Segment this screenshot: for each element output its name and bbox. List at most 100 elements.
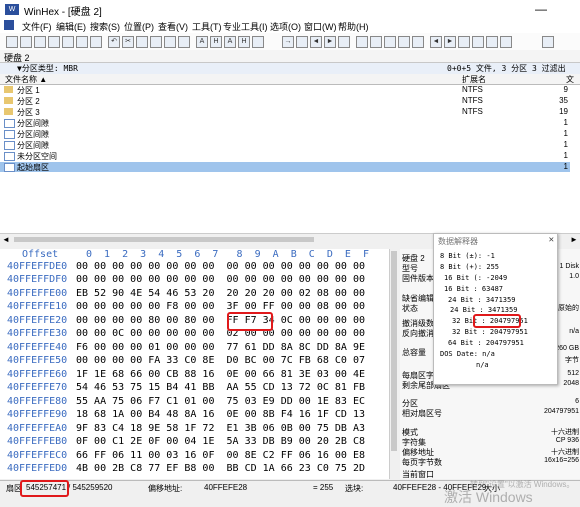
list-item[interactable]: 分区间隙 1 [0,140,570,150]
goto-offset-icon[interactable]: → [282,36,294,48]
hex-bytes[interactable]: 00 00 00 00 00 F8 00 00 3F 00 FF 00 00 0… [76,301,365,312]
disk-editor-icon[interactable] [356,36,368,48]
list-item[interactable]: 分区 3 NTFS 19 [0,107,570,117]
hex-bytes[interactable]: 9F 83 C4 18 9E 58 1F 72 E1 3B 06 0B 00 7… [76,423,365,434]
bookmark-icon[interactable] [542,36,554,48]
properties-icon[interactable] [62,36,74,48]
scroll-left-icon[interactable]: ◄ [2,235,10,244]
menu-options[interactable]: 选项(O) [270,20,301,33]
goto-sector-icon[interactable] [296,36,308,48]
scroll-thumb[interactable] [14,237,314,242]
list-item[interactable]: 分区 1 NTFS 9 [0,85,570,95]
forward-icon[interactable]: ► [324,36,336,48]
hex-bytes[interactable]: 00 00 00 00 00 00 00 00 00 00 00 00 00 0… [76,274,365,285]
menu-specialist[interactable]: 专业工具(I) [223,20,268,33]
hex-offset: 40FFEFFE50 [7,355,68,366]
hex-bytes[interactable]: 18 68 1A 00 B4 48 8A 16 0E 00 8B F4 16 1… [76,409,365,420]
hex-scrollbar[interactable] [389,249,399,479]
list-item[interactable]: 分区间隙 1 [0,129,570,139]
hex-bytes[interactable]: 55 AA 75 06 F7 C1 01 00 75 03 E9 DD 00 1… [76,396,365,407]
panel-value: 1 Disk [559,263,579,270]
panel-value: 204797951 [543,408,579,415]
menu-tools[interactable]: 工具(T) [192,20,222,33]
copy-icon[interactable] [136,36,148,48]
hex-bytes[interactable]: 1F 1E 68 66 00 CB 88 16 0E 00 66 81 3E 0… [76,369,365,380]
replace-hex-icon[interactable]: H [238,36,250,48]
panel-value: 2048 [563,380,579,387]
list-item[interactable]: 分区 2 NTFS 35 [0,96,570,106]
nav-next-icon[interactable]: ► [444,36,456,48]
hex-bytes[interactable]: EB 52 90 4E 54 46 53 20 20 20 20 00 02 0… [76,288,365,299]
menu-window[interactable]: 窗口(W) [304,20,337,33]
menu-view[interactable]: 查看(V) [158,20,188,33]
hex-bytes[interactable]: 0F 00 C1 2E 0F 00 04 1E 5A 33 DB B9 00 2… [76,436,365,447]
refresh-icon[interactable] [338,36,350,48]
file-size: 1 [563,162,568,171]
find-next-icon[interactable] [252,36,264,48]
panel-value: 512 [567,370,579,377]
nav-first-icon[interactable] [458,36,470,48]
scroll-thumb[interactable] [391,251,397,451]
column-filename[interactable]: 文件名称 ▲ [5,74,47,85]
list-item[interactable]: 未分区空间 1 [0,151,570,161]
hex-bytes[interactable]: 66 FF 06 11 00 03 16 0F 00 8E C2 FF 06 1… [76,450,365,461]
fill-icon[interactable] [178,36,190,48]
hex-editor[interactable]: 40FFEFFDE0 00 00 00 00 00 00 00 00 00 00 … [0,261,390,479]
window2-icon[interactable] [90,36,102,48]
menu-edit[interactable]: 编辑(E) [56,20,86,33]
menu-position[interactable]: 位置(P) [124,20,154,33]
activation-watermark-sub: 转到"设置"以激活 Windows。 [470,480,575,489]
hex-offset: 40FFEFFE00 [7,288,68,299]
replace-text-icon[interactable]: A [224,36,236,48]
data-interpreter-window[interactable]: 数据解释器 ✕ 8 Bit (±): -1 8 Bit (+): 255 16 … [433,233,558,385]
paste-icon[interactable] [150,36,162,48]
offset-label: 偏移地址: [148,484,183,493]
hex-bytes[interactable]: 00 00 00 00 80 00 80 00 FF F7 34 0C 00 0… [76,315,365,326]
nav-last-icon[interactable] [472,36,484,48]
nav-prev-icon[interactable]: ◄ [430,36,442,48]
ram-editor-icon[interactable] [370,36,382,48]
hex-bytes[interactable]: 00 00 0C 00 00 00 00 00 02 00 00 00 00 0… [76,328,365,339]
menu-file[interactable]: 文件(F) [22,20,52,33]
image-icon[interactable] [398,36,410,48]
hex-bytes[interactable]: 4B 00 2B C8 77 EF B8 00 BB CD 1A 66 23 C… [76,463,365,474]
panel-value: CP 936 [555,437,579,444]
paste-special-icon[interactable] [164,36,176,48]
new-file-icon[interactable] [6,36,18,48]
hex-bytes[interactable]: F6 00 00 00 01 00 00 00 77 61 DD 8A 8C D… [76,342,365,353]
menu-search[interactable]: 搜索(S) [90,20,120,33]
partition-type-filter[interactable]: ▼分区类型: MBR [17,63,78,74]
nav-up-icon[interactable] [486,36,498,48]
column-extension[interactable]: 扩展名 [462,74,486,85]
hex-bytes[interactable]: 54 46 53 75 15 B4 41 BB AA 55 CD 13 72 0… [76,382,365,393]
hex-offset: 40FFEFFED0 [7,463,68,474]
hex-bytes[interactable]: 00 00 00 00 00 00 00 00 00 00 00 00 00 0… [76,261,365,272]
window-icon[interactable] [76,36,88,48]
list-item-selected[interactable]: 起始扇区 1 [0,162,570,172]
disk-clone-icon[interactable] [384,36,396,48]
interpreter-line: 16 Bit (: -2049 [444,274,508,282]
search-icon[interactable] [412,36,424,48]
find-hex-icon[interactable]: H [210,36,222,48]
minimize-icon[interactable]: — [535,2,547,16]
file-name: 起始扇区 [17,163,49,172]
interpreter-line: 24 Bit : 3471359 [448,296,516,304]
open-folder-icon[interactable] [20,36,32,48]
list-item[interactable]: 分区间隙 1 [0,118,570,128]
nav-down-icon[interactable] [500,36,512,48]
menu-help[interactable]: 帮助(H) [338,20,369,33]
offset-value[interactable]: 40FFEFE28 [204,483,247,492]
find-text-icon[interactable]: A [196,36,208,48]
close-icon[interactable]: ✕ [549,235,554,245]
offset-equals: = 255 [313,483,334,492]
panel-label: 固件版本 [402,274,434,283]
back-icon[interactable]: ◄ [310,36,322,48]
print-icon[interactable] [48,36,60,48]
cut-icon[interactable]: ✂ [122,36,134,48]
file-icon [4,130,15,139]
undo-icon[interactable]: ↶ [108,36,120,48]
scroll-right-icon[interactable]: ► [570,235,578,244]
save-icon[interactable] [34,36,46,48]
hex-bytes[interactable]: 00 00 00 00 FA 33 C0 8E D0 BC 00 7C FB 6… [76,355,365,366]
tab-bar [0,50,580,63]
